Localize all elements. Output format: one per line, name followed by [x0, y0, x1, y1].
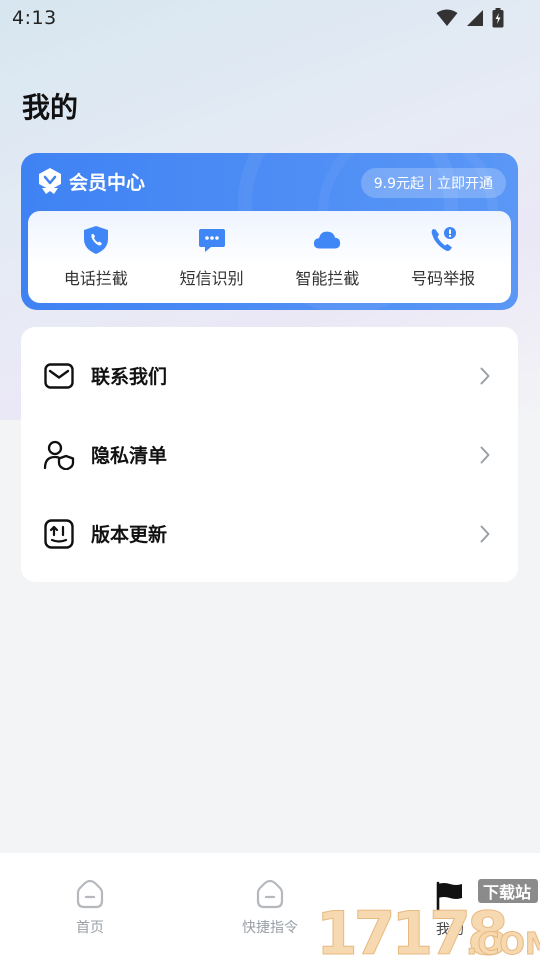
message-bubble-icon: [197, 225, 227, 255]
membership-price: 9.9元起: [373, 176, 424, 192]
tab-home[interactable]: 首页: [35, 879, 145, 937]
feature-label: 智能拦截: [295, 269, 360, 288]
watermark-logo: 17178 下载站 .COM: [316, 876, 540, 960]
phone-report-icon: [428, 225, 458, 255]
tab-shortcuts[interactable]: 快捷指令: [215, 879, 325, 937]
list-item-label: 隐私清单: [91, 445, 168, 467]
home-icon: [76, 879, 104, 909]
chevron-right-icon: [478, 366, 492, 386]
list-item-privacy-list[interactable]: 隐私清单: [21, 415, 518, 494]
membership-cta: 立即开通: [437, 176, 493, 192]
home-icon: [256, 879, 284, 909]
divider: [430, 176, 431, 190]
update-icon: [43, 518, 75, 550]
list-item-label: 版本更新: [91, 524, 168, 546]
feature-number-report[interactable]: 号码举报: [393, 225, 493, 289]
watermark-suffix: .COM: [466, 927, 540, 960]
cloud-icon: [312, 225, 342, 255]
page-title: 我的: [22, 91, 79, 124]
mail-icon: [43, 360, 75, 392]
status-bar: 4:13: [0, 0, 540, 36]
battery-icon: [492, 8, 504, 28]
feature-phone-block[interactable]: 电话拦截: [46, 225, 146, 289]
status-icons: [436, 8, 504, 28]
feature-sms-detect[interactable]: 短信识别: [162, 225, 262, 289]
status-time: 4:13: [12, 7, 57, 29]
feature-smart-block[interactable]: 智能拦截: [277, 225, 377, 289]
member-center-title: 会员中心: [69, 171, 146, 194]
list-item-label: 联系我们: [91, 366, 168, 388]
vip-badge-icon: [39, 168, 61, 194]
phone-shield-icon: [81, 225, 111, 255]
feature-label: 电话拦截: [63, 269, 128, 288]
cellular-signal-icon: [467, 10, 483, 26]
list-item-version-update[interactable]: 版本更新: [21, 494, 518, 573]
member-center-card[interactable]: 会员中心 9.9元起 立即开通 电话拦截 短信识别 智能拦截 号码举报: [21, 153, 518, 310]
feature-label: 号码举报: [411, 269, 476, 288]
list-item-contact-us[interactable]: 联系我们: [21, 336, 518, 415]
settings-list: 联系我们 隐私清单 版本更新: [21, 327, 518, 582]
chevron-right-icon: [478, 445, 492, 465]
feature-label: 短信识别: [179, 269, 244, 288]
member-features: 电话拦截 短信识别 智能拦截 号码举报: [28, 211, 511, 303]
privacy-user-icon: [43, 439, 75, 471]
wifi-icon: [436, 9, 458, 26]
open-membership-button[interactable]: 9.9元起 立即开通: [360, 168, 506, 198]
nav-label: 快捷指令: [242, 920, 298, 936]
chevron-right-icon: [478, 524, 492, 544]
watermark-tag: 下载站: [483, 883, 531, 902]
member-center-header: 会员中心: [37, 165, 145, 197]
nav-label: 首页: [76, 920, 104, 936]
